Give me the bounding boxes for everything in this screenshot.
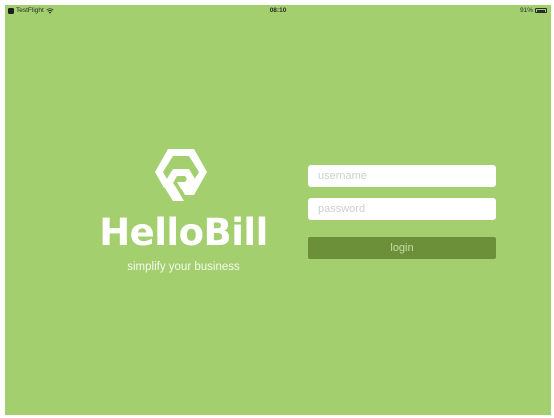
login-form: login: [308, 165, 498, 259]
battery-percent: 91%: [519, 7, 533, 14]
battery-icon: [535, 8, 547, 13]
brand-tagline: simplify your business: [127, 261, 240, 273]
brand-logo-block: HelloBill simplify your business: [91, 145, 276, 285]
status-bar: TestFlight 08:10 91%: [5, 5, 551, 17]
brand-name: HelloBill: [99, 211, 268, 254]
username-input[interactable]: [308, 165, 496, 187]
status-bar-right: 91%: [520, 7, 547, 14]
login-button[interactable]: login: [308, 237, 496, 259]
password-input[interactable]: [308, 198, 496, 220]
login-screen: TestFlight 08:10 91% HelloBill simplify …: [5, 5, 551, 415]
hellobill-hexagon-logo-icon: [155, 149, 207, 201]
status-time: 08:10: [269, 7, 287, 14]
